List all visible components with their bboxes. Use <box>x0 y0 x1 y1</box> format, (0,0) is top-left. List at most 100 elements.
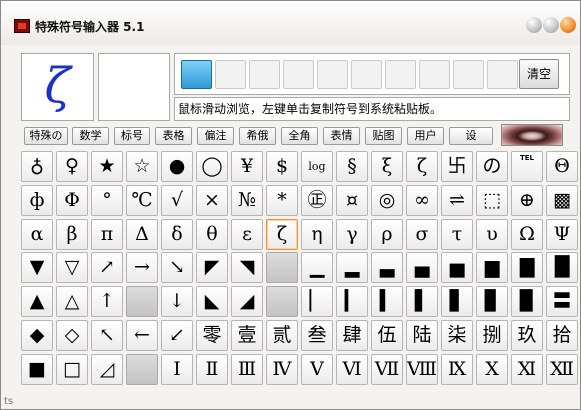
symbol-cell[interactable]: 捌 <box>476 320 508 351</box>
symbol-cell[interactable]: γ <box>336 219 368 250</box>
symbol-cell[interactable]: TEL <box>511 151 543 182</box>
symbol-cell[interactable]: Ⅵ <box>336 354 368 385</box>
symbol-cell[interactable]: Ψ <box>546 219 578 250</box>
symbol-cell[interactable]: Ω <box>511 219 543 250</box>
symbol-cell[interactable]: ▲ <box>21 286 53 317</box>
symbol-cell[interactable]: ▁ <box>301 252 333 283</box>
symbol-cell[interactable]: ◥ <box>231 252 263 283</box>
symbol-cell[interactable]: ⨯ <box>196 185 228 216</box>
tab-pinyin[interactable]: 偏注 <box>197 127 234 145</box>
symbol-cell[interactable]: ⬚ <box>476 185 508 216</box>
history-slot[interactable] <box>249 60 280 89</box>
symbol-cell[interactable]: ■ <box>21 354 53 385</box>
symbol-cell[interactable]: █ <box>546 252 578 283</box>
symbol-cell[interactable]: η <box>301 219 333 250</box>
symbol-cell[interactable]: ● <box>161 151 193 182</box>
symbol-cell[interactable]: ▩ <box>546 185 578 216</box>
symbol-cell[interactable]: log <box>301 151 333 182</box>
symbol-cell[interactable]: ▄ <box>406 252 438 283</box>
symbol-cell[interactable]: ζ <box>406 151 438 182</box>
symbol-cell[interactable]: $ <box>266 151 298 182</box>
history-slot[interactable] <box>487 60 518 89</box>
symbol-cell[interactable]: 柒 <box>441 320 473 351</box>
symbol-cell[interactable]: ρ <box>371 219 403 250</box>
symbol-cell[interactable]: ♁ <box>21 151 53 182</box>
symbol-cell[interactable]: β <box>56 219 88 250</box>
symbol-cell[interactable]: Ⅰ <box>161 354 193 385</box>
symbol-cell[interactable] <box>126 354 158 385</box>
symbol-cell[interactable]: 陆 <box>406 320 438 351</box>
symbol-cell[interactable]: Ⅸ <box>441 354 473 385</box>
symbol-cell[interactable]: θ <box>196 219 228 250</box>
symbol-cell[interactable]: ◢ <box>231 286 263 317</box>
symbol-cell[interactable]: Ⅴ <box>301 354 333 385</box>
tab-greek-russian[interactable]: 希俄 <box>239 127 276 145</box>
tab-fullwidth[interactable]: 全角 <box>281 127 318 145</box>
symbol-cell[interactable] <box>126 286 158 317</box>
history-slot[interactable] <box>351 60 382 89</box>
symbol-cell[interactable]: ▇ <box>511 252 543 283</box>
symbol-cell[interactable]: ф <box>21 185 53 216</box>
symbol-cell[interactable]: № <box>231 185 263 216</box>
symbol-cell[interactable]: ζ <box>266 219 298 250</box>
symbol-cell[interactable]: ▎ <box>336 286 368 317</box>
symbol-cell[interactable]: 壹 <box>231 320 263 351</box>
symbol-cell[interactable]: √ <box>161 185 193 216</box>
symbol-cell[interactable]: □ <box>56 354 88 385</box>
symbol-cell[interactable]: ▅ <box>441 252 473 283</box>
symbol-cell[interactable]: の <box>476 151 508 182</box>
symbol-cell[interactable]: ◯ <box>196 151 228 182</box>
symbol-cell[interactable]: Ⅹ <box>476 354 508 385</box>
symbol-cell[interactable]: Δ <box>126 219 158 250</box>
symbol-cell[interactable] <box>266 286 298 317</box>
symbol-cell[interactable]: ⊕ <box>511 185 543 216</box>
symbol-cell[interactable]: ◎ <box>371 185 403 216</box>
symbol-cell[interactable]: ☆ <box>126 151 158 182</box>
symbol-cell[interactable]: 叁 <box>301 320 333 351</box>
symbol-cell[interactable]: Ⅶ <box>371 354 403 385</box>
symbol-cell[interactable]: ▏ <box>301 286 333 317</box>
symbol-cell[interactable]: α <box>21 219 53 250</box>
symbol-cell[interactable]: 贰 <box>266 320 298 351</box>
symbol-cell[interactable] <box>266 252 298 283</box>
history-slot[interactable] <box>385 60 416 89</box>
symbol-cell[interactable]: ▽ <box>56 252 88 283</box>
symbol-cell[interactable]: ◆ <box>21 320 53 351</box>
symbol-cell[interactable]: ξ <box>371 151 403 182</box>
symbol-cell[interactable]: ▊ <box>476 286 508 317</box>
history-slot[interactable] <box>283 60 314 89</box>
tab-numbering[interactable]: 标号 <box>114 127 150 145</box>
symbol-cell[interactable]: 伍 <box>371 320 403 351</box>
symbol-cell[interactable]: ⇌ <box>441 185 473 216</box>
symbol-cell[interactable]: ▂ <box>336 252 368 283</box>
symbol-cell[interactable]: ★ <box>91 151 123 182</box>
symbol-cell[interactable]: ▍ <box>371 286 403 317</box>
history-slot[interactable] <box>181 60 212 89</box>
symbol-cell[interactable]: Θ <box>546 151 578 182</box>
symbol-cell[interactable]: ㊣ <box>301 185 333 216</box>
maximize-button[interactable] <box>543 17 559 33</box>
symbol-cell[interactable]: Φ <box>56 185 88 216</box>
symbol-cell[interactable]: 肆 <box>336 320 368 351</box>
tab-math[interactable]: 数学 <box>72 127 109 145</box>
symbol-cell[interactable]: ε <box>231 219 263 250</box>
symbol-cell[interactable]: Ⅳ <box>266 354 298 385</box>
symbol-cell[interactable]: ▌ <box>406 286 438 317</box>
history-slot[interactable] <box>419 60 450 89</box>
tab-settings[interactable]: 设 <box>449 127 493 145</box>
tab-table[interactable]: 表格 <box>155 127 192 145</box>
symbol-cell[interactable]: ← <box>126 320 158 351</box>
symbol-cell[interactable]: ↖ <box>91 320 123 351</box>
symbol-cell[interactable]: ▆ <box>476 252 508 283</box>
symbol-cell[interactable]: △ <box>56 286 88 317</box>
symbol-cell[interactable]: ♀ <box>56 151 88 182</box>
symbol-cell[interactable]: ↙ <box>161 320 193 351</box>
close-button[interactable] <box>560 17 576 33</box>
symbol-cell[interactable]: Ⅺ <box>511 354 543 385</box>
symbol-cell[interactable]: ° <box>91 185 123 216</box>
symbol-cell[interactable]: 〓 <box>546 286 578 317</box>
symbol-cell[interactable]: 卐 <box>441 151 473 182</box>
symbol-cell[interactable]: § <box>336 151 368 182</box>
symbol-cell[interactable]: ↗ <box>91 252 123 283</box>
clear-button[interactable]: 清空 <box>519 59 559 89</box>
